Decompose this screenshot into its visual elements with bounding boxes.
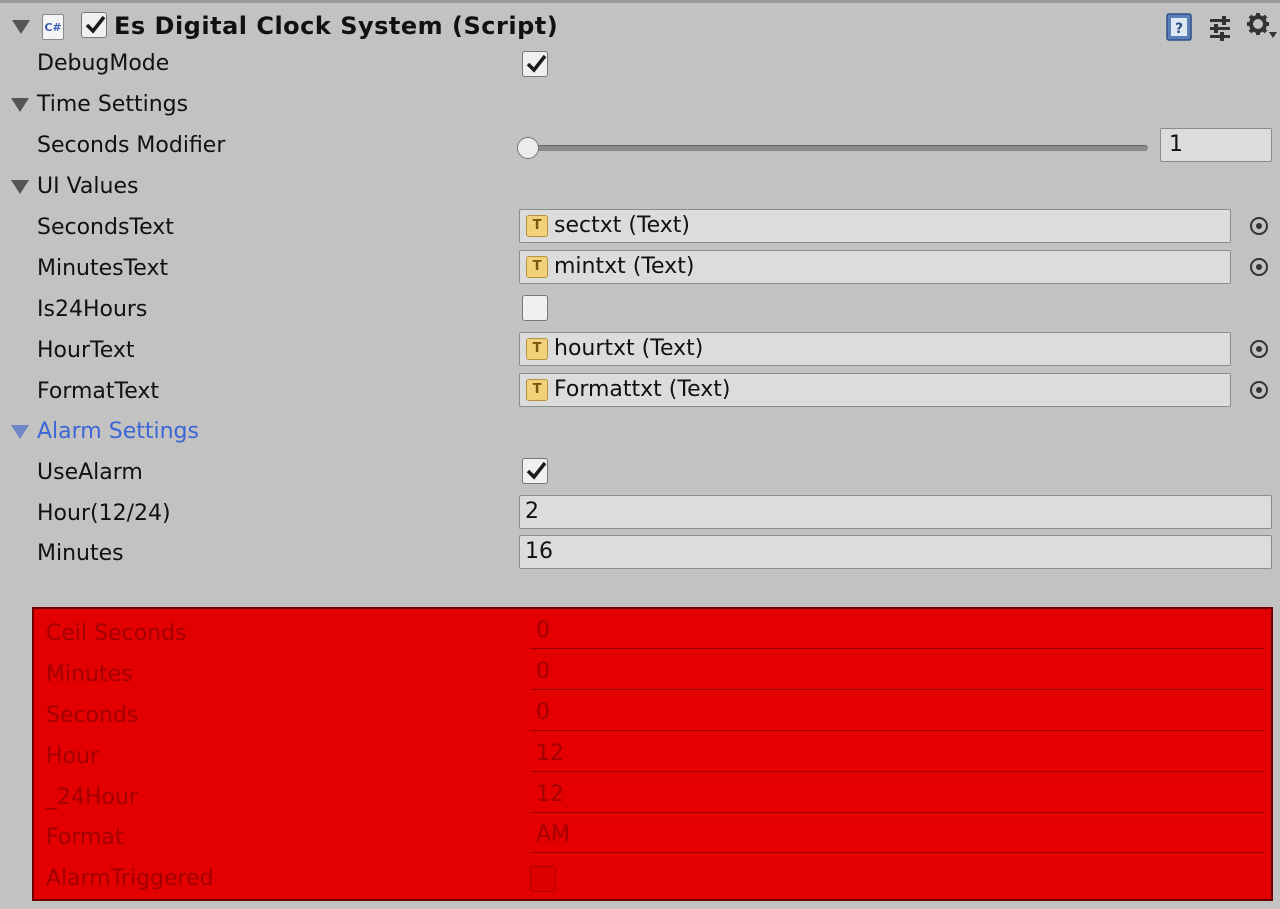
debug-minutes-label: Minutes: [46, 662, 133, 687]
seconds-text-label: SecondsText: [37, 215, 174, 240]
component-title: Es Digital Clock System (Script): [114, 12, 559, 40]
component-enabled-checkbox[interactable]: [81, 12, 107, 38]
hour-text-value: hourtxt (Text): [554, 336, 704, 361]
hour-text-label: HourText: [37, 338, 135, 363]
hour-text-picker-icon[interactable]: [1250, 340, 1268, 358]
use-alarm-label: UseAlarm: [37, 460, 143, 485]
text-component-icon: T: [526, 215, 548, 237]
time-settings-header[interactable]: Time Settings: [37, 92, 188, 117]
seconds-modifier-slider-track[interactable]: [528, 145, 1148, 151]
component-header: C# Es Digital Clock System (Script) ?: [0, 4, 1280, 48]
ui-values-header[interactable]: UI Values: [37, 174, 138, 199]
is24hours-checkbox[interactable]: [522, 295, 548, 321]
seconds-modifier-slider-thumb[interactable]: [517, 137, 539, 159]
format-text-label: FormatText: [37, 379, 160, 404]
checkmark-icon: [526, 461, 547, 480]
svg-text:?: ?: [1175, 21, 1183, 37]
ceil-seconds-label: Ceil Seconds: [46, 621, 187, 646]
alarm-triggered-label: AlarmTriggered: [46, 866, 214, 891]
format-text-picker-icon[interactable]: [1250, 381, 1268, 399]
text-component-icon: T: [526, 379, 548, 401]
minutes-text-object-field[interactable]: T mintxt (Text): [519, 250, 1231, 284]
seconds-modifier-label: Seconds Modifier: [37, 133, 226, 158]
checkmark-icon: [526, 54, 547, 73]
seconds-modifier-input[interactable]: 1: [1160, 128, 1272, 162]
ui-values-foldout-icon[interactable]: [11, 180, 29, 194]
alarm-hour-input[interactable]: 2: [519, 495, 1272, 529]
csharp-script-icon: C#: [42, 14, 64, 40]
debug-seconds-label: Seconds: [46, 703, 139, 728]
format-text-object-field[interactable]: T Formattxt (Text): [519, 373, 1231, 407]
seconds-text-value: sectxt (Text): [554, 213, 691, 238]
help-book-icon[interactable]: ?: [1164, 12, 1194, 42]
component-foldout-arrow-icon[interactable]: [12, 20, 30, 34]
debug-24hour-label: _24Hour: [46, 785, 138, 810]
seconds-text-picker-icon[interactable]: [1250, 217, 1268, 235]
alarm-settings-foldout-icon[interactable]: [11, 425, 29, 439]
checkmark-icon: [85, 15, 106, 34]
top-divider: [0, 0, 1280, 3]
minutes-text-value: mintxt (Text): [554, 254, 695, 279]
alarm-minutes-input[interactable]: 16: [519, 535, 1272, 569]
debug-24hour-value: 12: [530, 779, 1264, 813]
alarm-settings-header[interactable]: Alarm Settings: [37, 419, 199, 444]
ceil-seconds-value: 0: [530, 615, 1264, 649]
text-component-icon: T: [526, 338, 548, 360]
gear-icon[interactable]: [1246, 12, 1278, 42]
hour-text-object-field[interactable]: T hourtxt (Text): [519, 332, 1231, 366]
use-alarm-checkbox[interactable]: [522, 458, 548, 484]
minutes-text-label: MinutesText: [37, 256, 169, 281]
debug-mode-label: DebugMode: [37, 51, 170, 76]
alarm-minutes-label: Minutes: [37, 541, 124, 566]
preset-sliders-icon[interactable]: [1206, 14, 1234, 42]
text-component-icon: T: [526, 256, 548, 278]
debug-hour-value: 12: [530, 738, 1264, 772]
debug-mode-checkbox[interactable]: [522, 51, 548, 77]
seconds-text-object-field[interactable]: T sectxt (Text): [519, 209, 1231, 243]
is24hours-label: Is24Hours: [37, 297, 148, 322]
format-text-value: Formattxt (Text): [554, 377, 731, 402]
debug-format-label: Format: [46, 825, 124, 850]
debug-format-value: AM: [530, 819, 1264, 853]
debug-minutes-value: 0: [530, 656, 1264, 690]
alarm-triggered-checkbox: [530, 866, 556, 892]
alarm-hour-label: Hour(12/24): [37, 501, 171, 526]
debug-seconds-value: 0: [530, 697, 1264, 731]
time-settings-foldout-icon[interactable]: [11, 98, 29, 112]
minutes-text-picker-icon[interactable]: [1250, 258, 1268, 276]
debug-hour-label: Hour: [46, 744, 99, 769]
